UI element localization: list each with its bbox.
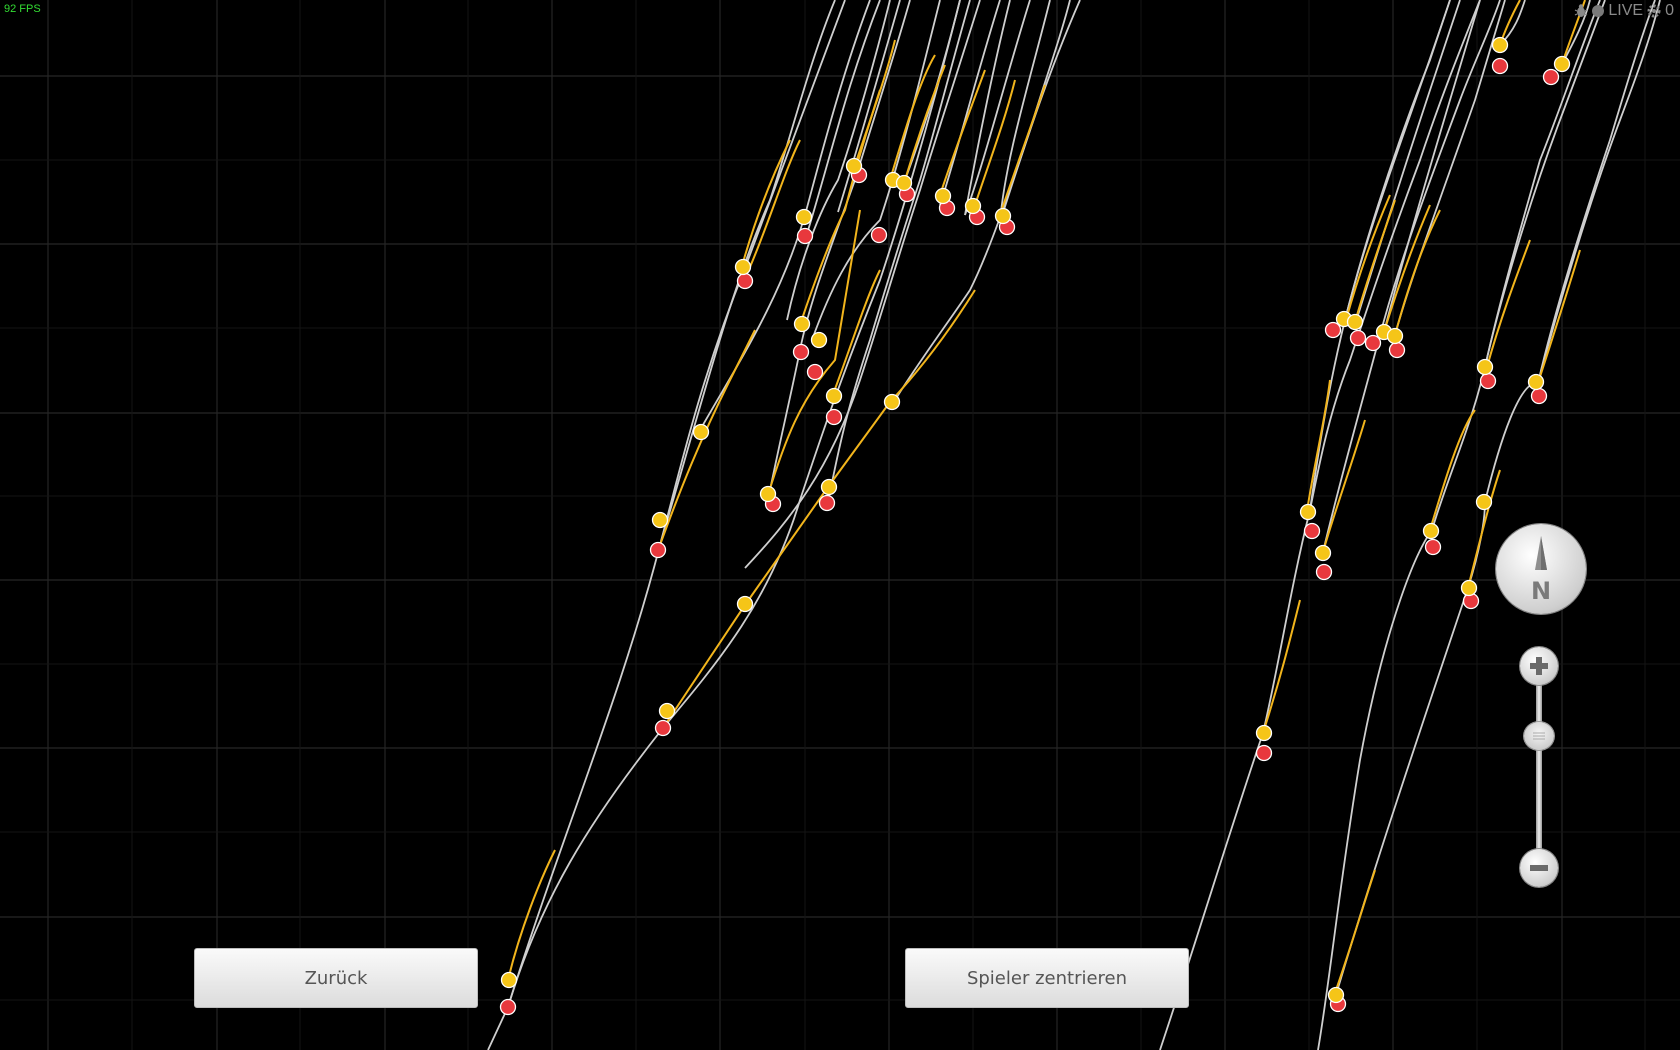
counter-label: 0 — [1665, 2, 1674, 19]
back-button[interactable]: Zurück — [194, 948, 478, 1008]
zoom-slider-handle[interactable] — [1524, 722, 1554, 750]
zoom-slider-track[interactable] — [1536, 680, 1542, 870]
minus-icon — [1530, 865, 1548, 871]
plus-icon — [1530, 657, 1548, 675]
zoom-in-button[interactable] — [1520, 647, 1558, 685]
zoom-out-button[interactable] — [1520, 849, 1558, 887]
grip-icon — [1533, 732, 1545, 740]
fps-counter: 92 FPS — [4, 3, 41, 15]
settings-icon[interactable] — [1647, 4, 1661, 18]
marker-group-red — [499, 57, 1560, 1016]
bug-icon[interactable] — [1574, 3, 1588, 19]
status-bar: LIVE 0 — [1574, 2, 1674, 20]
center-player-button[interactable]: Spieler zentrieren — [905, 948, 1189, 1008]
map-canvas[interactable] — [0, 0, 1680, 1050]
compass-north-arrow-icon: N — [1531, 536, 1551, 605]
live-label: LIVE — [1608, 2, 1644, 19]
marker-group-yellow — [500, 36, 1571, 1004]
live-dot-icon — [1592, 5, 1605, 17]
compass-button[interactable]: N — [1496, 524, 1586, 614]
compass-letter: N — [1531, 577, 1551, 605]
